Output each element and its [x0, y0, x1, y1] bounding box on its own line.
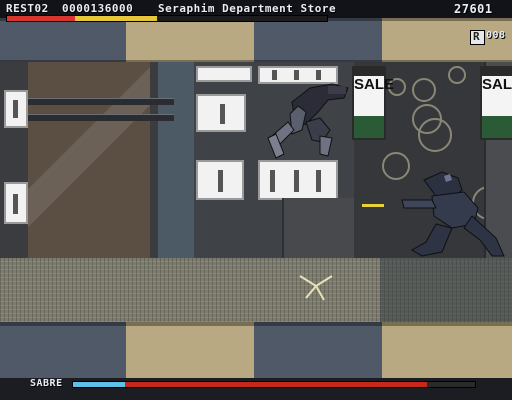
- sale-sign-left: SALE: [352, 66, 395, 140]
- walkway-shadow: [380, 258, 512, 322]
- shop-window: [258, 160, 338, 200]
- sale-sign-text: SALE: [354, 76, 395, 93]
- boss-health-fill-red: [125, 382, 427, 387]
- shop-window: [4, 90, 28, 128]
- sale-sign-right: SALE: [480, 66, 512, 140]
- sale-sign-text: SALE: [482, 76, 512, 93]
- ninja-player-icon: [401, 171, 505, 257]
- shuriken-icon: [299, 275, 333, 301]
- ring-decoration: [418, 118, 452, 152]
- ring-decoration: [412, 78, 436, 102]
- shop-window: [196, 94, 246, 132]
- player-health-bar: [6, 15, 328, 22]
- boss-health-bar: [72, 381, 476, 388]
- shop-window: [196, 66, 252, 82]
- shop-window: [4, 182, 28, 224]
- timer: 27601: [454, 2, 493, 16]
- pipe: [14, 98, 174, 105]
- item-r-icon: R: [470, 30, 485, 45]
- pipe: [14, 114, 174, 121]
- health-fill-red: [7, 16, 75, 21]
- door: [282, 198, 354, 258]
- game-screen: SALE SALE REST02: [0, 0, 512, 400]
- health-fill-yellow: [75, 16, 157, 21]
- left-wall-panel: [28, 62, 150, 258]
- item-count: 008: [486, 30, 506, 41]
- enemy-robot-icon: [267, 83, 349, 159]
- boss-name: SABRE: [30, 378, 63, 389]
- ring-decoration: [448, 66, 466, 84]
- ceiling-band: [0, 18, 512, 64]
- floor-band: [0, 322, 512, 378]
- rest-label: REST02: [6, 2, 49, 15]
- item-key: R: [473, 30, 480, 43]
- steel-column: [158, 62, 194, 258]
- score: 0000136000: [62, 2, 134, 15]
- muzzle-flash: [362, 204, 384, 207]
- location-name: Seraphim Department Store: [158, 2, 337, 15]
- shop-window: [196, 160, 244, 200]
- boss-health-fill-blue: [73, 382, 125, 387]
